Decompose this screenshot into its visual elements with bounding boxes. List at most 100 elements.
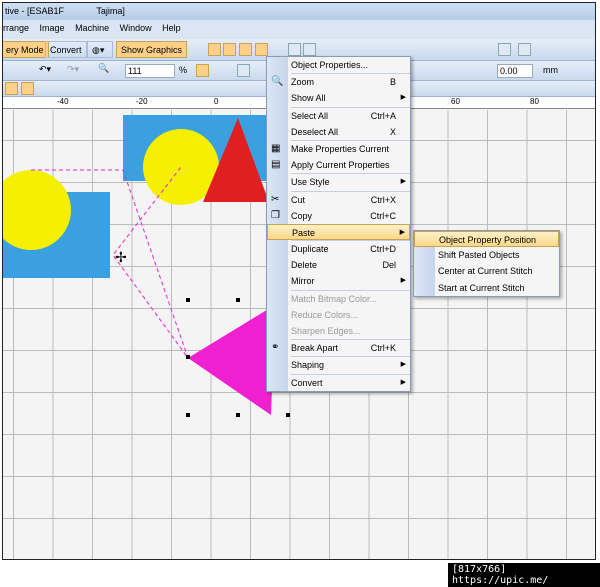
menu-item-label: Mirror	[291, 276, 315, 287]
submenu-arrow-icon: ▶	[400, 178, 406, 186]
menu-item-convert[interactable]: Convert ▶	[267, 375, 410, 391]
outline-icon[interactable]	[223, 43, 236, 56]
menu-item-zoom[interactable]: 🔍 Zoom B	[267, 74, 410, 90]
convert-button[interactable]: Convert	[45, 41, 87, 58]
view-icon[interactable]	[196, 64, 209, 77]
title-text-right: Tajima]	[96, 6, 125, 16]
menu-item-label: Duplicate	[291, 244, 329, 255]
points-icon[interactable]	[255, 43, 268, 56]
menu-item-make-properties-current[interactable]: ▦ Make Properties Current	[267, 141, 410, 157]
menu-item-duplicate[interactable]: Duplicate Ctrl+D	[267, 241, 410, 257]
grid2-icon[interactable]	[303, 43, 316, 56]
title-bar: tive - [ESAB1F Tajima]	[3, 3, 595, 20]
stitch2-icon[interactable]	[21, 82, 34, 95]
menu-item-mirror[interactable]: Mirror ▶	[267, 273, 410, 289]
menu-arrange[interactable]: rrange	[3, 23, 29, 33]
menu-item-break-apart[interactable]: ⚭ Break Apart Ctrl+K	[267, 340, 410, 356]
menu-item-label: Copy	[291, 210, 313, 221]
submenu-item-center-at-current-stitch[interactable]: Center at Current Stitch	[414, 263, 559, 279]
menu-item-object-properties[interactable]: Object Properties...	[267, 57, 410, 73]
ruler-label: -40	[57, 97, 69, 106]
ruler-label: -20	[136, 97, 148, 106]
offset-input[interactable]: 0.00	[497, 64, 533, 78]
menu-item-label: Delete	[291, 260, 318, 271]
mode-button[interactable]: ery Mode	[3, 41, 49, 58]
menu-image[interactable]: Image	[40, 23, 65, 33]
scissors-icon: ✂	[271, 193, 280, 205]
menu-item-show-all[interactable]: Show All ▶	[267, 90, 410, 106]
menu-item-shaping[interactable]: Shaping ▶	[267, 357, 410, 373]
menu-item-use-style[interactable]: Use Style ▶	[267, 174, 410, 190]
magnifier-icon: 🔍	[271, 76, 284, 88]
align-icon[interactable]	[498, 43, 511, 56]
grid-icon[interactable]	[288, 43, 301, 56]
submenu-item-object-property-position[interactable]: Object Property Position	[414, 231, 559, 248]
align2-icon[interactable]	[518, 43, 531, 56]
menu-item-label: Make Properties Current	[291, 143, 390, 154]
shape-icon[interactable]	[239, 43, 252, 56]
menu-item-deselect-all[interactable]: Deselect All X	[267, 124, 410, 140]
menu-item-label: Paste	[292, 227, 316, 238]
title-text: tive - [ESAB1F	[5, 6, 65, 16]
menu-bar: rrange Image Machine Window Help	[3, 20, 595, 39]
menu-window[interactable]: Window	[120, 23, 152, 33]
fill-icon[interactable]	[208, 43, 221, 56]
menu-shortcut: Ctrl+X	[370, 194, 396, 205]
copy-icon: ❐	[271, 209, 280, 221]
menu-item-label: Cut	[291, 194, 306, 205]
zoom-icon[interactable]: 🔍	[98, 63, 109, 74]
show-graphics-button[interactable]: Show Graphics	[116, 41, 188, 58]
menu-item-label: Sharpen Edges...	[291, 326, 361, 336]
menu-item-apply-current-properties[interactable]: ▤ Apply Current Properties	[267, 157, 410, 173]
menu-item-label: Reduce Colors...	[291, 309, 359, 320]
submenu-arrow-icon: ▶	[400, 94, 406, 102]
menu-help[interactable]: Help	[162, 23, 181, 33]
menu-item-delete[interactable]: Delete Del	[267, 257, 410, 273]
zoom-unit: %	[179, 65, 188, 75]
menu-shortcut: Ctrl+C	[370, 210, 396, 221]
menu-item-cut[interactable]: ✂ Cut Ctrl+X	[267, 192, 410, 208]
move-cursor-icon: ✢	[115, 249, 127, 265]
menu-item-match-bitmap-color: Match Bitmap Color...	[267, 291, 410, 307]
menu-item-copy[interactable]: ❐ Copy Ctrl+C	[267, 208, 410, 224]
paste-submenu: Object Property Position Shift Pasted Obj…	[413, 230, 560, 297]
menu-item-label: Zoom	[291, 77, 315, 88]
menu-shortcut: Ctrl+K	[370, 343, 396, 354]
submenu-arrow-icon: ▶	[400, 277, 406, 285]
menu-item-paste[interactable]: Paste ▶	[267, 223, 410, 241]
menu-item-select-all[interactable]: Select All Ctrl+A	[267, 108, 410, 124]
ruler-label: 80	[530, 97, 539, 106]
menu-item-label: Break Apart	[291, 343, 339, 354]
magenta-triangle[interactable]	[188, 305, 275, 415]
menu-item-label: Apply Current Properties	[291, 160, 390, 171]
ruler-label: 0	[214, 97, 219, 106]
menu-shortcut: Ctrl+A	[370, 110, 396, 121]
globe-icon[interactable]: ◍▾	[87, 41, 113, 58]
submenu-arrow-icon: ▶	[400, 361, 406, 369]
submenu-item-shift-pasted-objects[interactable]: Shift Pasted Objects	[414, 247, 559, 263]
redo-icon[interactable]: ↷▾	[67, 64, 79, 75]
menu-item-label: Show All	[291, 93, 326, 104]
check-icon[interactable]	[237, 64, 250, 77]
app-window: tive - [ESAB1F Tajima] rrange Image Mach…	[2, 2, 596, 560]
watermark: [817x766] https://upic.me/	[448, 563, 600, 587]
break-apart-icon: ⚭	[271, 342, 280, 354]
menu-shortcut: B	[389, 77, 396, 88]
menu-machine[interactable]: Machine	[75, 23, 109, 33]
menu-item-label: Object Properties...	[291, 60, 369, 70]
ruler-label: 60	[451, 97, 460, 106]
menu-shortcut: X	[389, 126, 396, 137]
menu-item-label: Convert	[291, 377, 323, 388]
offset-unit: mm	[543, 65, 558, 75]
submenu-item-start-at-current-stitch[interactable]: Start at Current Stitch	[414, 280, 559, 296]
undo-icon[interactable]: ↶▾	[39, 64, 51, 75]
apply-icon: ▤	[271, 159, 281, 171]
submenu-arrow-icon: ▶	[400, 378, 406, 386]
stitch-icon[interactable]	[5, 82, 18, 95]
menu-item-label: Deselect All	[291, 126, 339, 137]
submenu-arrow-icon: ▶	[399, 228, 405, 236]
zoom-input[interactable]: 111	[125, 64, 175, 78]
menu-item-reduce-colors: Reduce Colors...	[267, 307, 410, 323]
menu-shortcut: Del	[382, 260, 396, 271]
menu-item-sharpen-edges: Sharpen Edges...	[267, 323, 410, 339]
